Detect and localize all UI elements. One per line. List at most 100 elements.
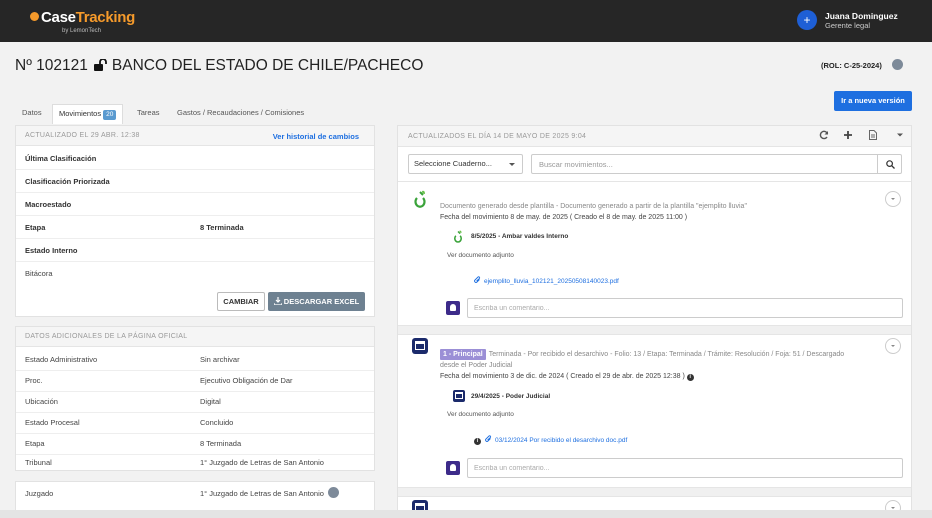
chevron-down-icon bbox=[509, 163, 515, 166]
field-label: Etapa bbox=[25, 439, 45, 448]
poder-judicial-icon bbox=[412, 338, 428, 354]
sub-movement-author: 29/4/2025 - Poder Judicial bbox=[471, 393, 551, 400]
logo-text-case: Case bbox=[41, 9, 76, 26]
movements-count-badge: 20 bbox=[103, 110, 117, 120]
classification-panel: ACTUALIZADO EL 29 ABR. 12:38 Ver histori… bbox=[15, 125, 375, 317]
field-label: Juzgado bbox=[25, 489, 54, 498]
sub-movement-author: 8/5/2025 - Ambar valdes Interno bbox=[471, 233, 569, 240]
logo-text-tracking: Tracking bbox=[75, 9, 136, 26]
divider bbox=[398, 487, 911, 497]
refresh-icon[interactable] bbox=[818, 130, 830, 142]
sub-movement-description: Ver documento adjunto bbox=[447, 411, 514, 418]
app-logo[interactable]: CaseTracking bbox=[30, 9, 135, 26]
document-icon[interactable] bbox=[867, 130, 879, 142]
history-link[interactable]: Ver historial de cambios bbox=[273, 132, 359, 141]
download-icon bbox=[273, 297, 283, 306]
change-button[interactable]: CAMBIAR bbox=[217, 292, 265, 311]
field-label: Clasificación Priorizada bbox=[25, 177, 110, 186]
field-row: Estado Administrativo Sin archivar bbox=[16, 348, 374, 371]
paperclip-icon bbox=[474, 276, 481, 283]
case-rol: (ROL: C-25-2024) bbox=[821, 61, 882, 70]
attachment-filename: 03/12/2024 Por recibido el desarchivo do… bbox=[495, 437, 628, 444]
field-label: Ubicación bbox=[25, 397, 58, 406]
page-title: Nº 102121 BANCO DEL ESTADO DE CHILE/PACHE… bbox=[15, 57, 423, 76]
horizontal-scrollbar[interactable] bbox=[0, 510, 932, 518]
comment-input[interactable] bbox=[467, 298, 903, 318]
sub-movement-description: Ver documento adjunto bbox=[447, 252, 514, 259]
field-row: Estado Interno bbox=[16, 239, 374, 262]
tab-movimientos-label: Movimientos bbox=[59, 109, 102, 118]
tab-gastos[interactable]: Gastos / Recaudaciones / Comisiones bbox=[177, 104, 304, 124]
field-value: Sin archivar bbox=[200, 355, 240, 364]
search-movements-input[interactable] bbox=[531, 154, 878, 174]
field-row: Proc. Ejecutivo Obligación de Dar bbox=[16, 369, 374, 392]
movement-date: Fecha del movimiento 8 de may. de 2025 (… bbox=[440, 214, 688, 221]
divider bbox=[398, 181, 911, 182]
field-row: Clasificación Priorizada bbox=[16, 170, 374, 193]
field-value: 8 Terminada bbox=[200, 223, 244, 232]
field-label: Macroestado bbox=[25, 200, 72, 209]
info-icon[interactable]: i bbox=[686, 374, 694, 381]
field-row: Última Clasificación bbox=[16, 147, 374, 170]
case-number: Nº 102121 bbox=[15, 57, 88, 74]
download-excel-button[interactable]: DESCARGAR EXCEL bbox=[268, 292, 365, 311]
info-icon[interactable]: i bbox=[474, 438, 481, 445]
field-row: Bitácora bbox=[16, 262, 374, 285]
attachment-link[interactable]: ejemplito_lluvia_102121_20250508140023.p… bbox=[474, 276, 619, 285]
globe-icon[interactable] bbox=[328, 487, 339, 498]
globe-icon[interactable] bbox=[892, 59, 903, 70]
field-label: Bitácora bbox=[25, 269, 53, 278]
unlock-icon[interactable] bbox=[93, 58, 108, 76]
poder-judicial-icon bbox=[453, 390, 465, 402]
logo-subtitle: by LemonTech bbox=[62, 28, 102, 34]
paperclip-icon bbox=[485, 435, 492, 442]
field-label: Última Clasificación bbox=[25, 154, 97, 163]
movement-description-text: Terminada - Por recibido el desarchivo -… bbox=[488, 351, 845, 358]
field-value: Concluido bbox=[200, 418, 234, 427]
cuaderno-select[interactable]: Seleccione Cuaderno... bbox=[408, 154, 523, 174]
tab-datos[interactable]: Datos bbox=[22, 104, 42, 124]
chevron-down-icon[interactable] bbox=[894, 130, 906, 142]
movements-updated-label: ACTUALIZADOS EL DÍA 14 DE MAYO DE 2025 9… bbox=[408, 133, 587, 140]
field-label: Estado Administrativo bbox=[25, 355, 98, 364]
field-value: Ejecutivo Obligación de Dar bbox=[200, 376, 293, 385]
cuaderno-select-value: Seleccione Cuaderno... bbox=[414, 159, 492, 168]
tab-movimientos[interactable]: Movimientos 20 bbox=[52, 104, 124, 124]
field-value: 8 Terminada bbox=[200, 439, 242, 448]
expand-movement-button[interactable] bbox=[885, 191, 901, 207]
movement-date-text: Fecha del movimiento 3 de dic. de 2024 (… bbox=[440, 373, 685, 380]
classification-panel-header: ACTUALIZADO EL 29 ABR. 12:38 Ver histori… bbox=[16, 126, 374, 146]
case-title: BANCO DEL ESTADO DE CHILE/PACHECO bbox=[111, 57, 424, 74]
field-label: Estado Procesal bbox=[25, 418, 80, 427]
movement-description: Documento generado desde plantilla - Doc… bbox=[440, 203, 747, 210]
field-row: Macroestado bbox=[16, 193, 374, 216]
field-label: Proc. bbox=[25, 376, 43, 385]
add-icon[interactable] bbox=[842, 130, 854, 142]
comment-input[interactable] bbox=[467, 458, 903, 478]
new-version-button[interactable]: Ir a nueva versión bbox=[834, 91, 912, 111]
user-avatar[interactable]: + bbox=[797, 10, 817, 30]
search-button[interactable] bbox=[878, 154, 902, 174]
field-row: Etapa 8 Terminada bbox=[16, 216, 374, 239]
attachment-link[interactable]: i 03/12/2024 Por recibido el desarchivo d… bbox=[474, 435, 627, 445]
principal-badge: 1 - Principal bbox=[440, 349, 486, 360]
lemon-doc-icon bbox=[414, 190, 426, 208]
top-bar: CaseTracking by LemonTech + Juana Doming… bbox=[0, 0, 932, 42]
search-icon bbox=[886, 160, 895, 169]
field-value: Digital bbox=[200, 397, 221, 406]
field-value: 1° Juzgado de Letras de San Antonio bbox=[200, 458, 324, 467]
expand-movement-button[interactable] bbox=[885, 338, 901, 354]
field-label: Estado Interno bbox=[25, 246, 78, 255]
official-data-header: DATOS ADICIONALES DE LA PÁGINA OFICIAL bbox=[16, 327, 374, 347]
download-excel-label: DESCARGAR EXCEL bbox=[283, 297, 360, 306]
divider bbox=[398, 325, 911, 335]
official-data-title: DATOS ADICIONALES DE LA PÁGINA OFICIAL bbox=[25, 333, 188, 340]
field-row: Tribunal 1° Juzgado de Letras de San Anto… bbox=[16, 451, 374, 474]
lemon-doc-icon bbox=[454, 230, 462, 243]
movement-description-cont: desde el Poder Judicial bbox=[440, 362, 513, 369]
field-row: Estado Procesal Concluido bbox=[16, 411, 374, 434]
lemon-icon bbox=[30, 12, 39, 21]
field-row: Ubicación Digital bbox=[16, 390, 374, 413]
user-name[interactable]: Juana Dominguez bbox=[825, 11, 898, 21]
tab-tareas[interactable]: Tareas bbox=[137, 104, 160, 124]
